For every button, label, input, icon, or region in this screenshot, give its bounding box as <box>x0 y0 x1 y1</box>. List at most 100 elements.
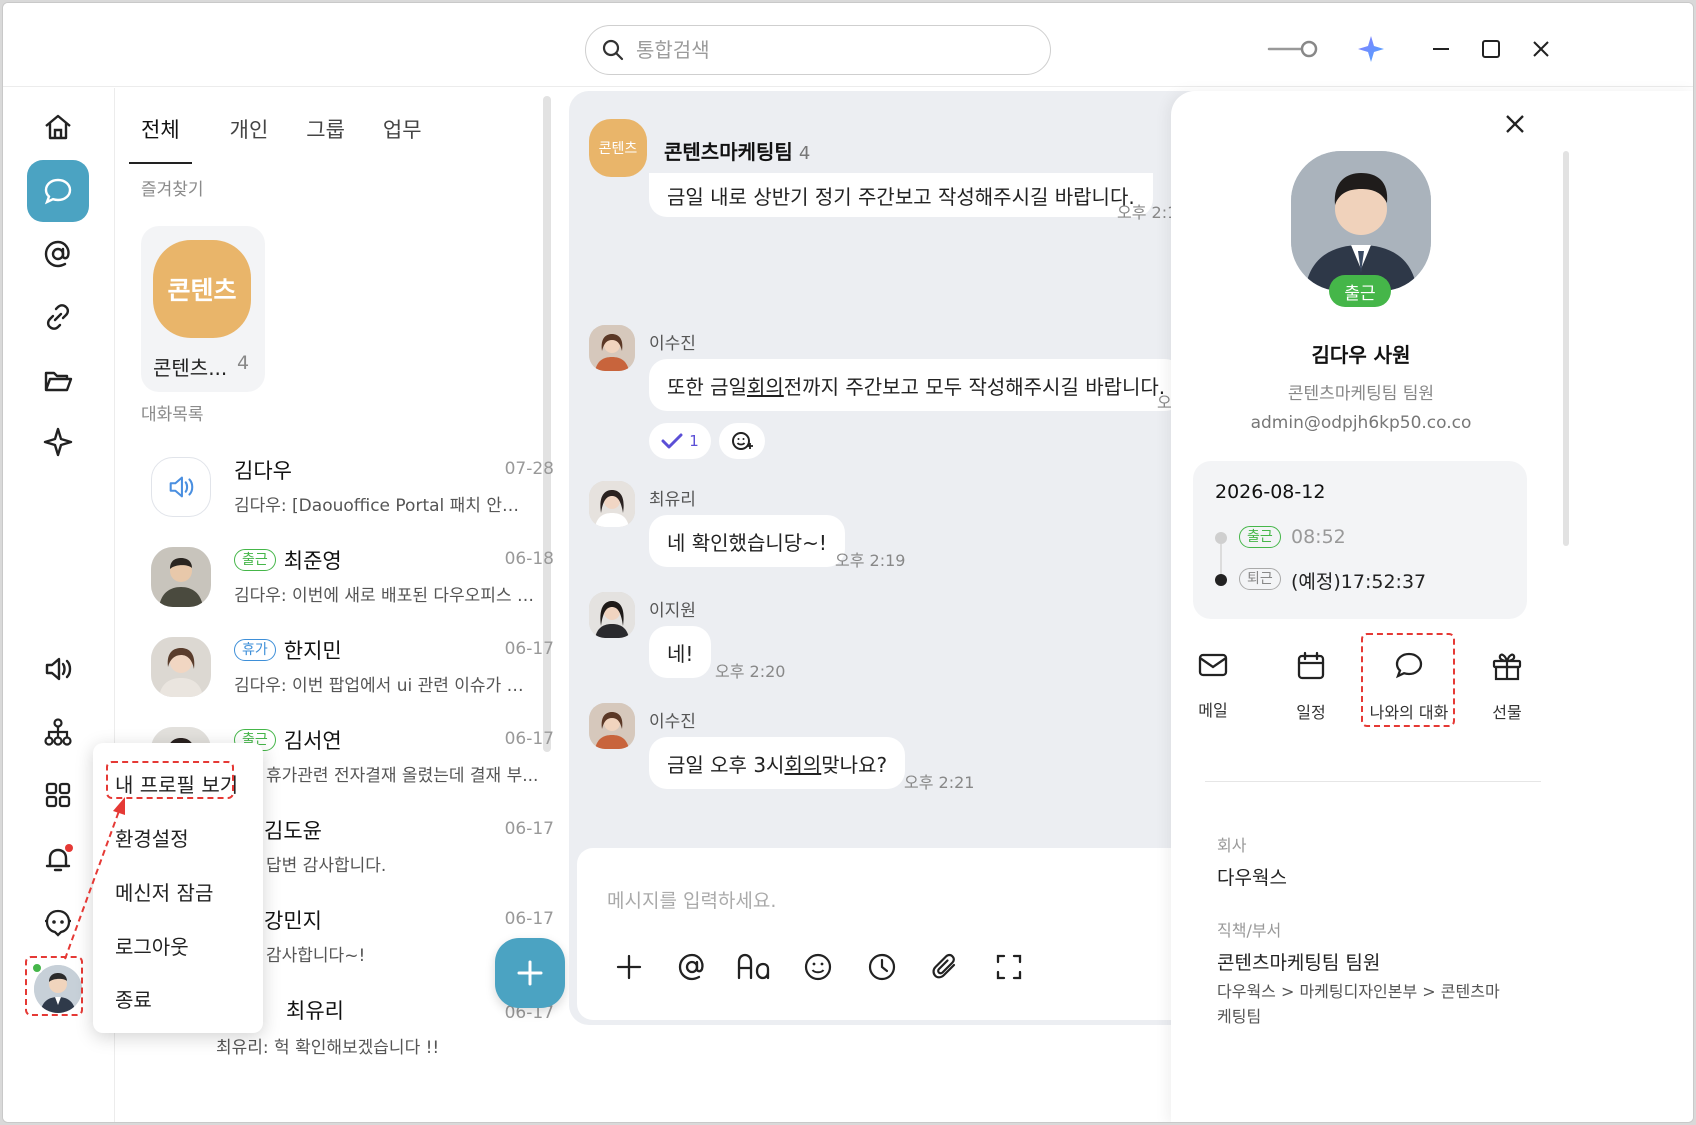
chat-room-title: 콘텐츠마케팅팀 4 <box>664 140 811 164</box>
message-link[interactable]: 회의 <box>784 749 821 778</box>
chat-button[interactable] <box>27 160 89 222</box>
reaction-check[interactable]: 1 <box>649 423 711 459</box>
mail-action[interactable]: 메일 <box>1173 651 1253 721</box>
capture-button[interactable] <box>990 948 1028 986</box>
profile-panel: 출근 김다우 사원 콘텐츠마케팅팀 팀원 admin@odpjh6kp50.co… <box>1171 91 1693 1122</box>
chat-room-badge: 콘텐츠 <box>589 119 647 177</box>
emoji-icon <box>804 953 832 981</box>
attach-plus-button[interactable] <box>610 948 648 986</box>
message-composer <box>577 848 1201 1020</box>
conversation-date: 07-28 <box>504 459 554 479</box>
add-reaction-button[interactable] <box>719 423 765 459</box>
gift-action-label: 선물 <box>1492 703 1522 722</box>
conversation-name: 김다우 <box>234 459 292 483</box>
timeline-dot <box>1215 532 1227 544</box>
toggle-slider-icon[interactable] <box>1265 33 1321 65</box>
conversation-preview: 휴가관련 전자결재 올렸는데 결재 부... <box>266 766 539 786</box>
conversation-date: 06-17 <box>504 819 554 839</box>
message-sender: 이수진 <box>649 712 696 732</box>
message-bubble[interactable]: 또한 금일 회의 전까지 주간보고 모두 작성해주시길 바랍니다. <box>649 359 1184 411</box>
message-link[interactable]: 회의 <box>747 371 784 400</box>
clock-out-time: (예정)17:52:37 <box>1291 571 1427 593</box>
list-item[interactable]: 김다우 07-28 김다우: [Daouoffice Portal 패치 안내]… <box>116 451 594 541</box>
message-bubble[interactable]: 네! <box>649 626 712 678</box>
minimize-icon[interactable] <box>1425 33 1457 65</box>
favorites-label: 즐겨찾기 <box>141 180 204 200</box>
attendance-card: 2026-08-12 출근 08:52 퇴근 (예정)17:52:37 <box>1193 461 1527 619</box>
attach-file-button[interactable] <box>926 948 964 986</box>
home-button[interactable] <box>27 96 89 158</box>
self-chat-action[interactable]: 나와의 대화 <box>1361 633 1455 727</box>
maximize-icon[interactable] <box>1475 33 1507 65</box>
message-input[interactable] <box>607 890 1167 912</box>
message-bubble[interactable]: 금일 오후 3시 회의 맞나요? <box>649 737 906 789</box>
message-time: 오후 2:20 <box>715 662 786 681</box>
at-sign-icon <box>678 953 704 981</box>
announcement-button[interactable] <box>27 638 89 700</box>
tab-work[interactable]: 업무 <box>383 114 422 164</box>
profile-photo <box>1291 151 1431 291</box>
gift-action[interactable]: 선물 <box>1467 651 1547 723</box>
chat-bubble-icon <box>44 178 72 205</box>
avatar <box>151 547 211 607</box>
schedule-button[interactable] <box>863 948 901 986</box>
menu-item-exit[interactable]: 종료 <box>115 984 152 1013</box>
folder-button[interactable] <box>27 350 89 412</box>
tab-all[interactable]: 전체 <box>129 114 192 164</box>
status-badge: 출근 <box>234 549 276 571</box>
conversation-preview: 최유리: 헉 확인해보겠습니다 !! <box>216 1038 440 1058</box>
conversation-preview: 답변 감사합니다. <box>266 856 387 876</box>
message-time: 오후 2:1 <box>1117 203 1178 222</box>
panel-scrollbar[interactable] <box>1563 151 1569 546</box>
text-format-button[interactable] <box>735 948 773 986</box>
conversation-preview: 김다우: 이번에 새로 배포된 다우오피스 기능 ... <box>234 586 534 606</box>
highlight-box-avatar <box>25 956 83 1016</box>
list-item[interactable]: 출근최준영 06-18 김다우: 이번에 새로 배포된 다우오피스 기능 ... <box>116 541 594 631</box>
list-item[interactable]: 휴가한지민 06-17 김다우: 이번 팝업에서 ui 관련 이슈가 있어 공.… <box>116 631 594 721</box>
clock-in-badge: 출근 <box>1239 526 1281 548</box>
clock-in-time: 08:52 <box>1291 526 1346 548</box>
emoji-button[interactable] <box>799 948 837 986</box>
status-badge: 휴가 <box>234 639 276 661</box>
new-chat-button[interactable] <box>495 938 565 1008</box>
clock-out-badge: 퇴근 <box>1239 568 1281 590</box>
company-label: 회사 <box>1217 836 1247 855</box>
link-button[interactable] <box>27 286 89 348</box>
gift-icon <box>1492 653 1522 681</box>
company-value: 다우웍스 <box>1217 867 1287 889</box>
message-bubble[interactable]: 금일 내로 상반기 정기 주간보고 작성해주시길 바랍니다. <box>649 173 1153 217</box>
close-panel-button[interactable] <box>1504 113 1534 143</box>
conversations-label: 대화목록 <box>141 405 204 425</box>
avatar <box>589 481 635 527</box>
conversation-name: 출근 최준영 <box>234 545 342 575</box>
announcement-avatar <box>151 457 211 517</box>
my-avatar-button[interactable] <box>25 956 87 1018</box>
conversation-date: 06-17 <box>504 909 554 929</box>
close-icon <box>1506 115 1524 133</box>
home-icon <box>45 114 71 140</box>
attendance-date: 2026-08-12 <box>1215 481 1326 503</box>
position-label: 직책/부서 <box>1217 921 1282 940</box>
favorite-chat-count: 4 <box>237 352 250 374</box>
message-bubble[interactable]: 네 확인했습니당~! <box>649 515 845 567</box>
mail-action-label: 메일 <box>1198 701 1228 720</box>
profile-email[interactable]: admin@odpjh6kp50.co.co <box>1171 413 1551 433</box>
messenger-window: 전체 개인 그룹 업무 즐겨찾기 콘텐츠 콘텐츠... 4 대화목록 김다우 0… <box>2 2 1694 1123</box>
search-box[interactable] <box>585 25 1051 75</box>
favorite-chat-card[interactable]: 콘텐츠 콘텐츠... 4 <box>141 226 265 392</box>
divider <box>1205 781 1541 782</box>
position-value: 콘텐츠마케팅팀 팀원 <box>1217 952 1381 974</box>
title-bar <box>3 3 1693 87</box>
capture-frame-icon <box>996 954 1022 980</box>
tab-group[interactable]: 그룹 <box>306 114 345 164</box>
ai-sparkle-icon[interactable] <box>1355 33 1387 65</box>
ai-button[interactable] <box>27 411 89 473</box>
tab-personal[interactable]: 개인 <box>230 114 269 164</box>
org-chart-icon <box>44 718 72 746</box>
mention-insert-button[interactable] <box>673 948 711 986</box>
close-icon[interactable] <box>1525 33 1557 65</box>
calendar-action[interactable]: 일정 <box>1271 651 1351 723</box>
search-input[interactable] <box>636 38 1016 62</box>
mention-button[interactable] <box>27 223 89 285</box>
org-chart-button[interactable] <box>27 701 89 763</box>
